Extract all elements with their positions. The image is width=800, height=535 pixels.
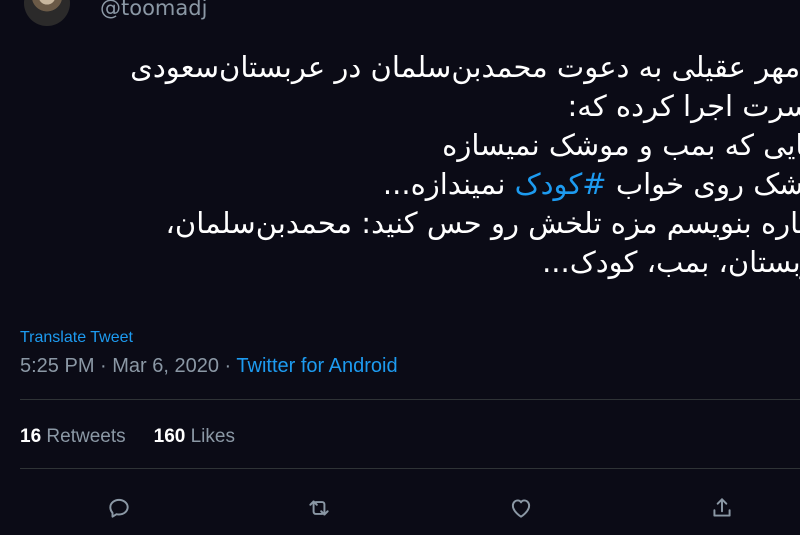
tweet-source-link[interactable]: Twitter for Android [236, 355, 397, 377]
tweet-line: کنسرت اجرا کرده که: [567, 89, 800, 123]
retweets-count: 16 [20, 426, 42, 447]
meta-separator: · [219, 355, 237, 377]
likes-label: Likes [190, 426, 235, 447]
tweet-line-segment: موشک روی خواب [615, 167, 800, 201]
tweet-line: دنیایی که بمب و موشک نمیسازه [442, 128, 800, 162]
tweet-time[interactable]: 5:25 PM [20, 355, 94, 377]
reply-button[interactable] [101, 490, 137, 526]
meta-separator: · [94, 355, 113, 377]
translate-tweet-link[interactable]: Translate Tweet [20, 329, 133, 347]
tweet-date[interactable]: Mar 6, 2020 [112, 355, 219, 377]
tweet-line: دوباره بنویسم مزه تلخش رو حس کنید: محمدب… [165, 206, 800, 240]
tweet-line: دادمهر عقیلی به دعوت محمدبن‌سلمان در عرب… [130, 50, 800, 84]
divider [20, 468, 800, 469]
like-button[interactable] [503, 490, 539, 526]
tweet-meta: 5:25 PM · Mar 6, 2020 · Twitter for Andr… [20, 355, 398, 378]
tweet-line-segment: نمیندازه... [382, 167, 506, 201]
like-icon [511, 499, 531, 518]
retweet-button[interactable] [301, 490, 337, 526]
retweets-stat[interactable]: 16 Retweets [20, 426, 126, 447]
hashtag-link[interactable]: #کودک [515, 167, 607, 201]
likes-count: 160 [153, 426, 186, 447]
tweet-text: دادمهر عقیلی به دعوت محمدبن‌سلمان در عرب… [14, 48, 800, 282]
retweet-icon [309, 500, 329, 516]
avatar[interactable] [24, 0, 70, 26]
retweets-label: Retweets [46, 426, 126, 447]
divider [20, 399, 800, 400]
reply-icon [109, 498, 129, 518]
tweet-stats: 16 Retweets 160 Likes [20, 426, 235, 448]
likes-stat[interactable]: 160 Likes [154, 426, 235, 447]
share-icon [713, 498, 731, 517]
tweet-line: موشک روی خواب #کودک نمیندازه... [14, 165, 800, 204]
tweet-line: عربستان، بمب، کودک... [542, 245, 800, 279]
tweet-actions [0, 490, 800, 530]
author-handle[interactable]: @toomadj [100, 0, 207, 20]
share-button[interactable] [704, 490, 740, 526]
